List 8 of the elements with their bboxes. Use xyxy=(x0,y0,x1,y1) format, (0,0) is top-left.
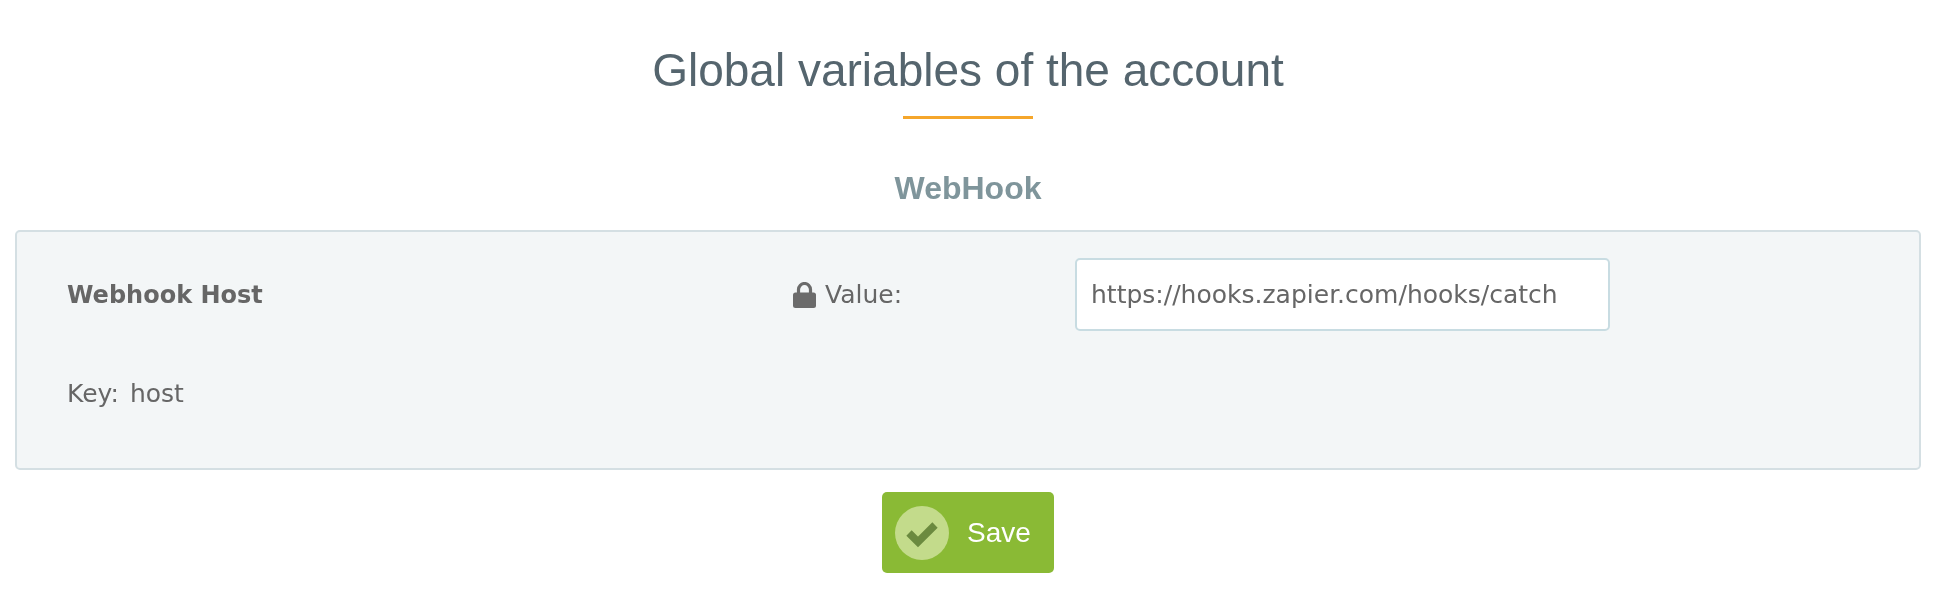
page-title: Global variables of the account xyxy=(652,43,1284,97)
key-label: Key: xyxy=(67,379,119,409)
variable-name: Webhook Host xyxy=(67,279,263,310)
key-value: host xyxy=(129,379,184,409)
check-icon xyxy=(895,505,950,560)
section-title: WebHook xyxy=(894,169,1042,207)
value-label: Value: xyxy=(825,279,903,310)
value-input[interactable]: https://hooks.zapier.com/hooks/catch xyxy=(1075,258,1610,331)
